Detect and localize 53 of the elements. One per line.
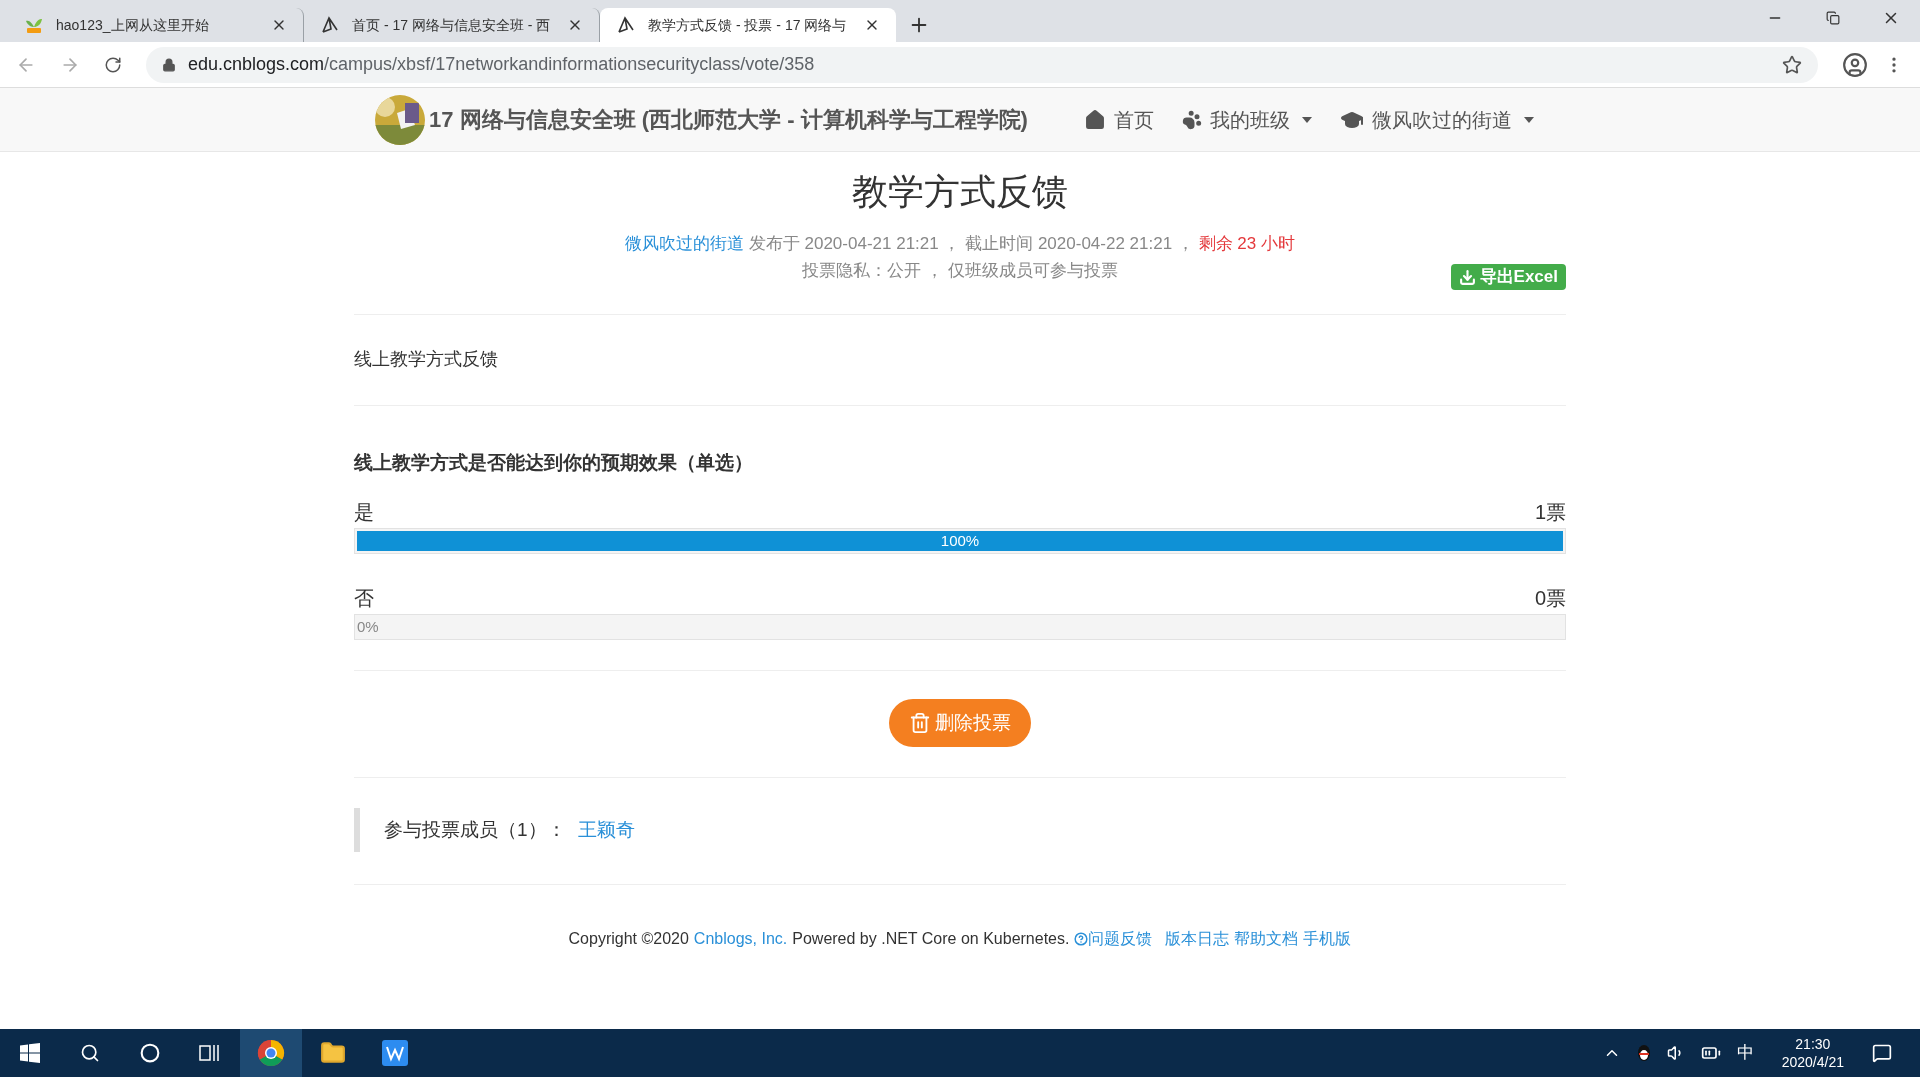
- profile-icon[interactable]: [1842, 51, 1868, 78]
- help-icon: [1074, 932, 1089, 946]
- footer-link[interactable]: 帮助文档: [1234, 927, 1299, 951]
- footer-link[interactable]: 版本日志: [1165, 927, 1230, 951]
- copyright-text: Copyright ©2020: [568, 929, 689, 949]
- folder-icon[interactable]: [320, 1040, 346, 1066]
- reload-icon[interactable]: [104, 55, 122, 74]
- site-title[interactable]: 17 网络与信息安全班 (西北师范大学 - 计算机科学与工程学院): [429, 103, 1028, 136]
- browser-tab[interactable]: 教学方式反馈 - 投票 - 17 网络与: [600, 8, 896, 42]
- footer-link[interactable]: 问题反馈: [1074, 927, 1153, 951]
- tab-title: 教学方式反馈 - 投票 - 17 网络与: [648, 15, 848, 35]
- pen-logo-icon: [616, 15, 636, 35]
- clock[interactable]: 21:30 2020/4/21: [1781, 1035, 1844, 1071]
- question-title: 线上教学方式是否能达到你的预期效果（单选）: [354, 451, 754, 475]
- restore-icon[interactable]: [1826, 11, 1840, 25]
- vote-count: 1票: [1534, 500, 1566, 525]
- chrome-icon[interactable]: [257, 1039, 285, 1067]
- members-label: 参与投票成员（1）：: [384, 817, 566, 842]
- app-icon[interactable]: [382, 1040, 408, 1066]
- tab-title: 首页 - 17 网络与信息安全班 - 西: [352, 15, 552, 35]
- address-bar[interactable]: edu.cnblogs.com/campus/xbsf/17networkandinformationsecurityclass/vote/358: [146, 46, 1818, 83]
- vote-title: 教学方式反馈: [851, 170, 1069, 214]
- lock-icon: [162, 57, 176, 72]
- vote-privacy: 投票隐私：公开 ， 仅班级成员可参与投票: [802, 260, 1118, 282]
- notification-icon[interactable]: [1872, 1043, 1892, 1063]
- percent-label: 0%: [357, 617, 379, 637]
- nav-item[interactable]: 我的班级: [1181, 104, 1312, 135]
- trash-icon: [909, 712, 931, 734]
- powered-text: Powered by .NET Core on Kubernetes.: [792, 929, 1070, 949]
- tab-title: hao123_上网从这里开始: [56, 15, 210, 35]
- vote-description: 线上教学方式反馈: [354, 348, 499, 371]
- nav-item[interactable]: 首页: [1083, 104, 1154, 135]
- paw-icon: [1181, 109, 1202, 130]
- vote-count: 0票: [1534, 586, 1566, 611]
- search-icon[interactable]: [80, 1043, 100, 1063]
- penguin-icon[interactable]: [1636, 1044, 1651, 1062]
- cortana-icon[interactable]: [140, 1043, 160, 1063]
- author-link[interactable]: 微风吹过的街道: [625, 234, 745, 253]
- task-view-icon[interactable]: [199, 1043, 221, 1063]
- option-label: 是: [354, 500, 374, 525]
- pen-logo-icon: [320, 15, 340, 35]
- footer-link[interactable]: 手机版: [1303, 927, 1352, 951]
- bookmark-icon[interactable]: [1782, 54, 1802, 75]
- home-icon: [1083, 108, 1106, 131]
- url-text: edu.cnblogs.com/campus/xbsf/17networkandinformationsecurityclass/vote/358: [188, 53, 816, 76]
- option-label: 否: [354, 586, 374, 611]
- ime-indicator[interactable]: 中: [1736, 1040, 1754, 1066]
- vote-meta: 微风吹过的街道 发布于 2020-04-21 21:21 ， 截止时间 2020-04-22 21:21 ， 剩余 23 小时: [624, 233, 1296, 255]
- download-icon: [1458, 268, 1476, 286]
- windows-logo-icon[interactable]: [20, 1043, 40, 1063]
- company-link[interactable]: Cnblogs, Inc.: [693, 927, 788, 951]
- percent-label: 100%: [940, 531, 980, 551]
- nav-item[interactable]: 微风吹过的街道: [1339, 104, 1534, 135]
